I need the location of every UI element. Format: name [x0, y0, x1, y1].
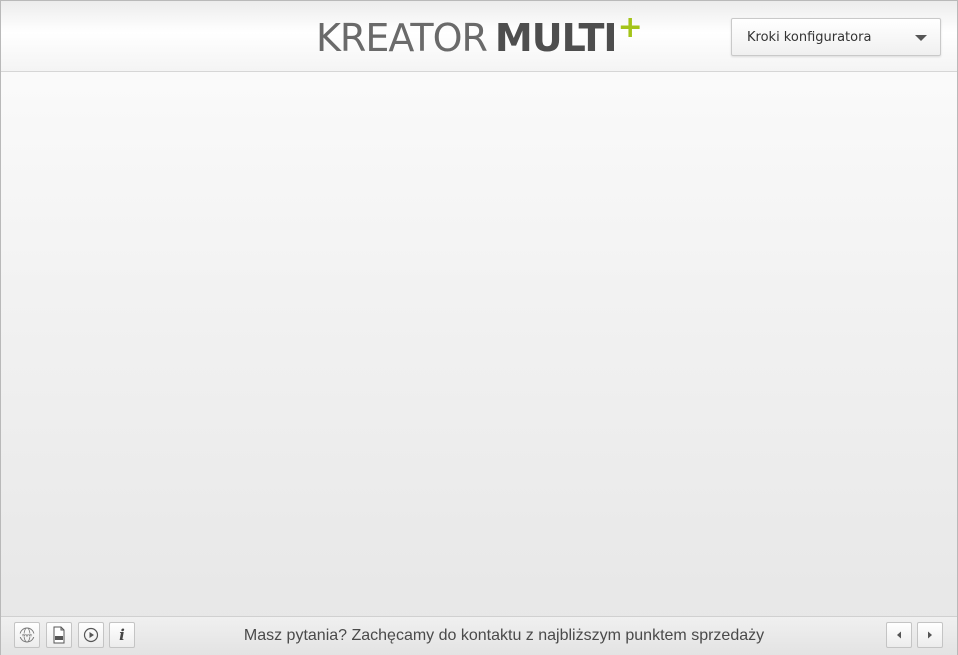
chevron-down-icon — [915, 35, 927, 41]
play-button[interactable] — [78, 622, 104, 648]
play-icon — [83, 627, 99, 643]
steps-dropdown[interactable]: Kroki konfiguratora — [731, 18, 941, 56]
pdf-document-icon — [53, 626, 65, 644]
previous-step-button[interactable] — [886, 622, 912, 648]
logo-text-light: KREATOR — [316, 16, 488, 60]
info-button[interactable]: i — [109, 622, 135, 648]
logo: KREATOR MULTI+ — [316, 10, 643, 61]
header-bar: KREATOR MULTI+ Kroki konfiguratora — [1, 1, 957, 72]
logo-text-bold: MULTI — [494, 16, 618, 60]
arrow-right-icon — [928, 631, 932, 639]
info-icon: i — [119, 626, 125, 644]
contact-message: Masz pytania? Zachęcamy do kontaktu z na… — [243, 627, 765, 644]
steps-dropdown-label: Kroki konfiguratora — [747, 30, 872, 45]
pdf-button[interactable] — [46, 622, 72, 648]
svg-text:www: www — [22, 633, 33, 638]
footer-bar: www i Masz pytania? Zachęcamy do kontakt… — [1, 616, 957, 655]
www-globe-icon: www — [19, 627, 35, 643]
www-button[interactable]: www — [14, 622, 40, 648]
app-window: KREATOR MULTI+ Kroki konfiguratora www i… — [0, 0, 958, 655]
arrow-left-icon — [897, 631, 901, 639]
next-step-button[interactable] — [917, 622, 943, 648]
configurator-canvas — [1, 72, 957, 616]
logo-plus-sign: + — [617, 10, 643, 45]
